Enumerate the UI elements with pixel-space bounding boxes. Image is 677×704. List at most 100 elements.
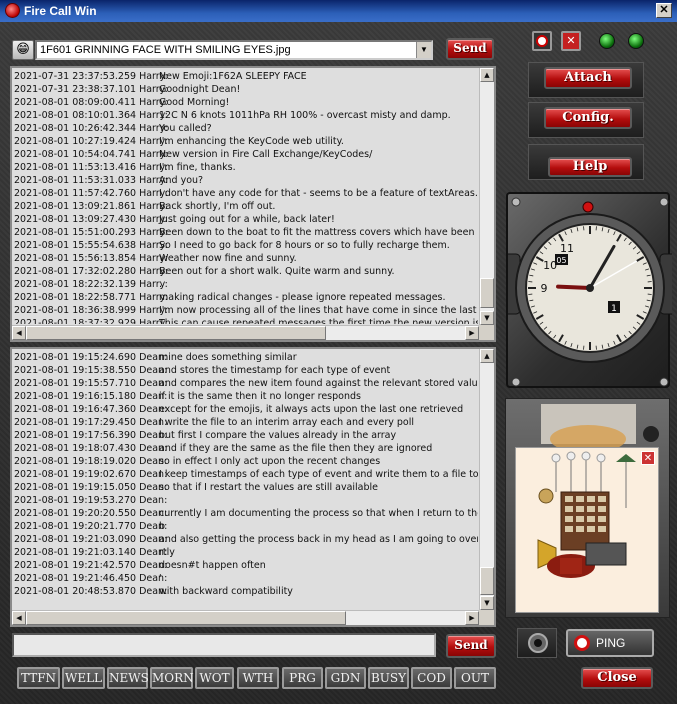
log-timestamp: 2021-08-01 10:26:42.344 Harry: bbox=[14, 123, 168, 134]
log-timestamp: 2021-08-01 19:15:24.690 Dean: bbox=[14, 352, 168, 363]
log-timestamp: 2021-08-01 18:22:58.771 Harry: bbox=[14, 292, 168, 303]
clock-numeral: 9 bbox=[541, 282, 548, 295]
scroll-right-icon[interactable]: ▶ bbox=[465, 326, 479, 340]
title-bar: Fire Call Win ✕ bbox=[0, 0, 677, 22]
log-timestamp: 2021-08-01 19:21:03.140 Dean: bbox=[14, 547, 168, 558]
log-timestamp: 2021-08-01 10:27:19.424 Harry: bbox=[14, 136, 168, 147]
attach-button[interactable]: Attach bbox=[544, 67, 632, 89]
scroll-down-icon[interactable]: ▼ bbox=[480, 311, 494, 325]
log-timestamp: 2021-08-01 19:20:20.550 Dean: bbox=[14, 508, 168, 519]
log-message: Just going out for a while, back later! bbox=[159, 214, 335, 225]
log-message: making radical changes - please ignore r… bbox=[159, 292, 446, 303]
log-row: 2021-08-01 20:48:53.870 Dean: with backwa… bbox=[14, 585, 478, 598]
log-message: b bbox=[159, 521, 166, 532]
log-timestamp: 2021-07-31 23:37:53.259 Harry: bbox=[14, 71, 168, 82]
quick-news-button[interactable]: NEWS bbox=[107, 667, 149, 689]
ping-label: PING bbox=[596, 636, 626, 650]
outgoing-log-hscroll[interactable]: ◀ ▶ bbox=[12, 610, 479, 625]
scroll-thumb[interactable] bbox=[480, 567, 494, 595]
log-message: I don't have any code for that - seems t… bbox=[159, 188, 478, 199]
scroll-down-icon[interactable]: ▼ bbox=[480, 596, 494, 610]
scroll-left-icon[interactable]: ◀ bbox=[12, 326, 26, 340]
popup-close-icon[interactable]: ✕ bbox=[641, 451, 655, 465]
clock-hour-hand bbox=[556, 284, 592, 290]
log-timestamp: 2021-08-01 18:37:32.929 Harry: bbox=[14, 318, 168, 324]
incoming-log-panel[interactable]: 2021-07-31 23:37:53.259 Harry: New Emoji:… bbox=[10, 66, 496, 342]
quick-gdn-button[interactable]: GDN bbox=[325, 667, 366, 689]
close-button[interactable]: Close bbox=[581, 667, 653, 689]
log-message: I'm now processing all of the lines that… bbox=[159, 305, 478, 316]
log-timestamp: 2021-08-01 19:21:03.090 Dean: bbox=[14, 534, 168, 545]
quick-cod-button[interactable]: COD bbox=[411, 667, 452, 689]
record-icon[interactable] bbox=[532, 31, 552, 51]
message-input[interactable] bbox=[12, 633, 436, 657]
outgoing-log-panel[interactable]: 2021-08-01 19:15:24.690 Dean: mine does s… bbox=[10, 347, 496, 627]
log-timestamp: 2021-08-01 11:53:13.416 Harry: bbox=[14, 162, 168, 173]
clock-widget: 9 10 11 05 1 bbox=[503, 192, 677, 388]
log-timestamp: 2021-08-01 19:19:15.050 Dean: bbox=[14, 482, 168, 493]
log-message: 12C N 6 knots 1011hPa RH 100% - overcast… bbox=[159, 110, 451, 121]
quick-wth-button[interactable]: WTH bbox=[237, 667, 279, 689]
scroll-left-icon[interactable]: ◀ bbox=[12, 611, 26, 625]
quick-busy-button[interactable]: BUSY bbox=[368, 667, 409, 689]
scroll-right-icon[interactable]: ▶ bbox=[465, 611, 479, 625]
log-row: 2021-08-01 19:15:38.550 Dean: and stores … bbox=[14, 364, 478, 377]
log-row: 2021-08-01 18:36:38.999 Harry: I'm now pr… bbox=[14, 304, 478, 317]
scroll-thumb[interactable] bbox=[480, 278, 494, 308]
log-timestamp: 2021-08-01 13:09:21.861 Harry: bbox=[14, 201, 168, 212]
log-message: Good Morning! bbox=[159, 97, 230, 108]
quick-ttfn-button[interactable]: TTFN bbox=[17, 667, 60, 689]
config-button[interactable]: Config. bbox=[544, 107, 632, 129]
log-row: 2021-08-01 19:20:21.770 Dean: b bbox=[14, 520, 478, 533]
log-row: 2021-08-01 08:09:00.411 Harry: Good Morni… bbox=[14, 96, 478, 109]
window-close-button[interactable]: ✕ bbox=[656, 3, 672, 18]
quick-wot-button[interactable]: WOT bbox=[195, 667, 234, 689]
scroll-up-icon[interactable]: ▲ bbox=[480, 349, 494, 363]
log-message: with backward compatibility bbox=[159, 586, 293, 597]
log-timestamp: 2021-08-01 19:15:57.710 Dean: bbox=[14, 378, 168, 389]
log-message: . bbox=[159, 279, 163, 290]
log-row: 2021-08-01 19:15:57.710 Dean: and compare… bbox=[14, 377, 478, 390]
clock-date-window: 1 bbox=[611, 304, 617, 314]
log-row: 2021-08-01 18:22:32.139 Harry:. bbox=[14, 278, 478, 291]
log-timestamp: 2021-08-01 19:21:42.570 Dean: bbox=[14, 560, 168, 571]
log-timestamp: 2021-08-01 19:20:21.770 Dean: bbox=[14, 521, 168, 532]
ping-button[interactable]: PING bbox=[566, 629, 654, 657]
log-timestamp: 2021-08-01 19:16:47.360 Dean: bbox=[14, 404, 168, 415]
scroll-thumb[interactable] bbox=[26, 326, 326, 340]
emoji-send-button[interactable]: Send bbox=[446, 38, 494, 60]
log-message: currently I am documenting the process s… bbox=[159, 508, 478, 519]
log-timestamp: 2021-08-01 08:09:00.411 Harry: bbox=[14, 97, 168, 108]
cable-plug-icon bbox=[517, 628, 557, 658]
quick-well-button[interactable]: WELL bbox=[62, 667, 105, 689]
quick-prg-button[interactable]: PRG bbox=[282, 667, 323, 689]
incoming-log-hscroll[interactable]: ◀ ▶ bbox=[12, 325, 479, 340]
outgoing-log-vscroll[interactable]: ▲ ▼ bbox=[479, 349, 494, 610]
clock-numeral: 11 bbox=[560, 242, 574, 255]
log-row: 2021-08-01 11:53:31.033 Harry: And you? bbox=[14, 174, 478, 187]
log-row: 2021-08-01 11:57:42.760 Harry: I don't ha… bbox=[14, 187, 478, 200]
log-row: 2021-08-01 11:53:13.416 Harry: I'm fine, … bbox=[14, 161, 478, 174]
log-message: New Emoji:1F62A SLEEPY FACE bbox=[159, 71, 307, 82]
stop-x-icon[interactable]: ✕ bbox=[561, 31, 581, 51]
quick-morn-button[interactable]: MORN bbox=[150, 667, 194, 689]
emoji-select[interactable]: 1F601 GRINNING FACE WITH SMILING EYES.jp… bbox=[35, 40, 433, 60]
scroll-thumb[interactable] bbox=[26, 611, 346, 625]
scroll-corner bbox=[479, 610, 494, 625]
incoming-log-vscroll[interactable]: ▲ ▼ bbox=[479, 68, 494, 325]
log-timestamp: 2021-08-01 15:56:13.854 Harry: bbox=[14, 253, 168, 264]
log-message: Been out for a short walk. Quite warm an… bbox=[159, 266, 395, 277]
help-button[interactable]: Help bbox=[548, 157, 632, 177]
dropdown-arrow-icon[interactable]: ▼ bbox=[416, 42, 431, 58]
log-row: 2021-07-31 23:38:37.101 Harry: Goodnight … bbox=[14, 83, 478, 96]
grinning-face-icon[interactable]: 😁 bbox=[12, 40, 34, 60]
outgoing-log-list: 2021-08-01 19:15:24.690 Dean: mine does s… bbox=[14, 351, 478, 609]
message-send-button[interactable]: Send bbox=[446, 634, 496, 658]
log-row: 2021-08-01 13:09:21.861 Harry: Back short… bbox=[14, 200, 478, 213]
log-message: Been down to the boat to fit the mattres… bbox=[159, 227, 478, 238]
log-timestamp: 2021-08-01 19:15:38.550 Dean: bbox=[14, 365, 168, 376]
log-row: 2021-08-01 19:21:46.450 Dean: ' bbox=[14, 572, 478, 585]
log-timestamp: 2021-08-01 19:17:29.450 Dean: bbox=[14, 417, 168, 428]
scroll-up-icon[interactable]: ▲ bbox=[480, 68, 494, 82]
quick-out-button[interactable]: OUT bbox=[454, 667, 496, 689]
